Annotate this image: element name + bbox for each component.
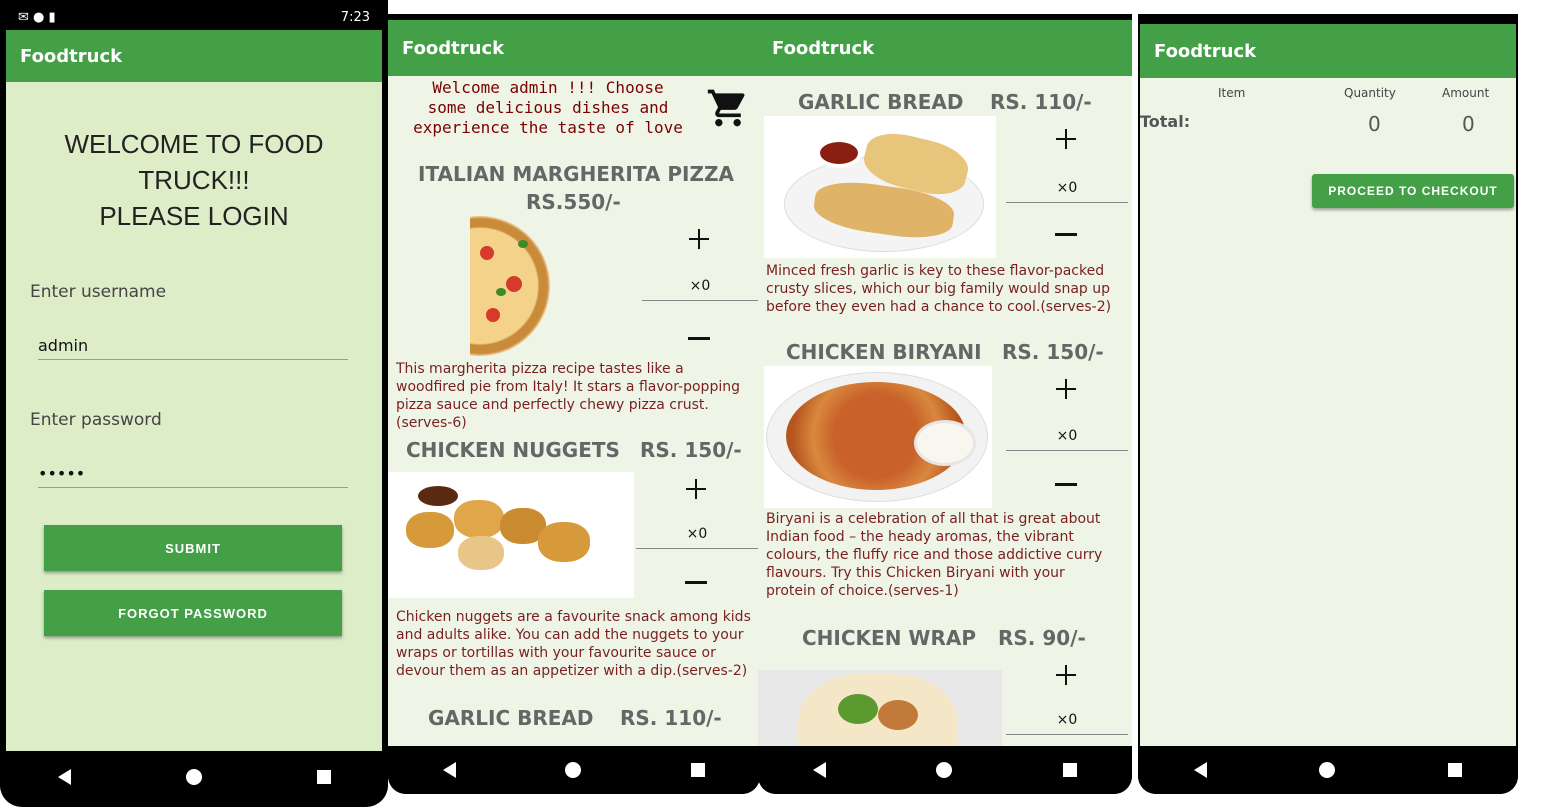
app-title: Foodtruck: [402, 37, 505, 59]
home-icon[interactable]: [185, 769, 202, 785]
dish-desc-nuggets: Chicken nuggets are a favourite snack am…: [396, 609, 751, 679]
recents-icon[interactable]: [1062, 763, 1077, 777]
dish-price-garlic-bread: RS. 110/-: [990, 90, 1092, 114]
nav-bar: [758, 746, 1132, 794]
dish-title-pizza: ITALIAN MARGHERITA PIZZA: [418, 162, 734, 186]
username-label: Enter username: [30, 282, 167, 302]
dish-desc-garlic-bread: Minced fresh garlic is key to these flav…: [766, 263, 1112, 315]
back-icon[interactable]: [57, 769, 71, 785]
dish-desc-biryani: Biryani is a celebration of all that is …: [766, 511, 1103, 599]
back-icon[interactable]: [1194, 762, 1208, 778]
app-bar: Foodtruck: [758, 20, 1132, 76]
proceed-to-checkout-button[interactable]: PROCEED TO CHECKOUT: [1312, 174, 1514, 208]
home-icon[interactable]: [565, 762, 582, 778]
plus-icon[interactable]: [688, 228, 710, 250]
submit-button[interactable]: SUBMIT: [44, 525, 342, 571]
username-field[interactable]: admin: [38, 336, 348, 360]
login-heading-line2: PLEASE LOGIN: [99, 201, 289, 231]
nav-bar: [1138, 746, 1518, 794]
home-icon[interactable]: [936, 762, 953, 778]
wrap-image: [758, 670, 1002, 746]
minus-icon[interactable]: [685, 572, 707, 594]
dish-price-garlic-bread: RS. 110/-: [620, 706, 722, 730]
column-header-amount: Amount: [1442, 86, 1490, 100]
dish-price-pizza: RS.550/-: [526, 190, 621, 214]
back-icon[interactable]: [442, 762, 456, 778]
status-time: 7:23: [340, 9, 370, 25]
menu-screen-scrolled: Foodtruck GARLIC BREAD RS. 110/- ×0 Minc…: [758, 14, 1132, 794]
dish-title-garlic-bread: GARLIC BREAD: [798, 90, 964, 114]
app-bar: Foodtruck: [1140, 24, 1516, 78]
garlic-bread-image: [764, 116, 996, 258]
app-title: Foodtruck: [20, 45, 123, 67]
nav-bar: [388, 746, 760, 794]
recents-icon[interactable]: [691, 763, 706, 777]
cart-screen: Foodtruck Item Quantity Amount Total: 0 …: [1138, 14, 1518, 794]
quantity-field-wrap[interactable]: ×0: [1006, 712, 1128, 735]
quantity-field-garlic-bread[interactable]: ×0: [1006, 180, 1128, 203]
quantity-field-biryani[interactable]: ×0: [1006, 428, 1128, 451]
dish-title-garlic-bread: GARLIC BREAD: [428, 706, 594, 730]
total-label: Total:: [1140, 112, 1191, 131]
column-header-quantity: Quantity: [1344, 86, 1396, 100]
dish-title-nuggets: CHICKEN NUGGETS: [406, 438, 620, 462]
app-title: Foodtruck: [772, 37, 875, 59]
nav-bar: [0, 751, 388, 803]
plus-icon[interactable]: [685, 478, 707, 500]
password-label: Enter password: [30, 410, 162, 430]
welcome-line2: some delicious dishes and: [427, 98, 669, 117]
login-content: WELCOME TO FOOD TRUCK!!! PLEASE LOGIN En…: [6, 82, 382, 751]
dish-price-nuggets: RS. 150/-: [640, 438, 742, 462]
recents-icon[interactable]: [316, 770, 331, 784]
dish-desc-pizza: This margherita pizza recipe tastes like…: [396, 361, 740, 431]
quantity-field-pizza[interactable]: ×0: [642, 278, 758, 301]
dish-title-biryani: CHICKEN BIRYANI: [786, 340, 982, 364]
app-bar: Foodtruck: [388, 20, 760, 76]
back-icon[interactable]: [813, 762, 827, 778]
total-quantity: 0: [1368, 112, 1381, 136]
password-field[interactable]: •••••: [38, 464, 348, 488]
menu-content-scrolled: GARLIC BREAD RS. 110/- ×0 Minced fresh g…: [758, 76, 1132, 746]
plus-icon[interactable]: [1055, 378, 1077, 400]
welcome-line1: Welcome admin !!! Choose: [432, 78, 664, 97]
app-title: Foodtruck: [1154, 40, 1257, 62]
menu-content: Welcome admin !!! Choose some delicious …: [388, 76, 760, 746]
minus-icon[interactable]: [1055, 224, 1077, 246]
column-header-item: Item: [1218, 86, 1246, 100]
forgot-password-button[interactable]: FORGOT PASSWORD: [44, 590, 342, 636]
status-icons-left: ✉ ● ▮: [18, 9, 56, 25]
pizza-image: [470, 216, 560, 356]
cart-icon[interactable]: [706, 86, 750, 130]
menu-screen-top: Foodtruck Welcome admin !!! Choose some …: [388, 14, 760, 794]
quantity-field-nuggets[interactable]: ×0: [636, 526, 758, 549]
home-icon[interactable]: [1319, 762, 1336, 778]
recents-icon[interactable]: [1447, 763, 1462, 777]
total-amount: 0: [1462, 112, 1475, 136]
minus-icon[interactable]: [688, 328, 710, 350]
biryani-image: [764, 366, 992, 508]
plus-icon[interactable]: [1055, 664, 1077, 686]
cart-content: Item Quantity Amount Total: 0 0 PROCEED …: [1140, 78, 1516, 746]
nuggets-image: [388, 472, 634, 598]
welcome-text: Welcome admin !!! Choose some delicious …: [388, 78, 708, 138]
app-bar: Foodtruck: [6, 30, 382, 82]
dish-title-wrap: CHICKEN WRAP: [802, 626, 976, 650]
plus-icon[interactable]: [1055, 128, 1077, 150]
login-screen: ✉ ● ▮ 7:23 Foodtruck WELCOME TO FOOD TRU…: [0, 0, 388, 807]
dish-price-wrap: RS. 90/-: [998, 626, 1086, 650]
minus-icon[interactable]: [1055, 474, 1077, 496]
login-heading-line1: WELCOME TO FOOD TRUCK!!!: [64, 129, 324, 195]
welcome-line3: experience the taste of love: [413, 118, 683, 137]
status-bar: ✉ ● ▮ 7:23: [6, 5, 382, 29]
dish-price-biryani: RS. 150/-: [1002, 340, 1104, 364]
login-heading: WELCOME TO FOOD TRUCK!!! PLEASE LOGIN: [6, 126, 382, 234]
